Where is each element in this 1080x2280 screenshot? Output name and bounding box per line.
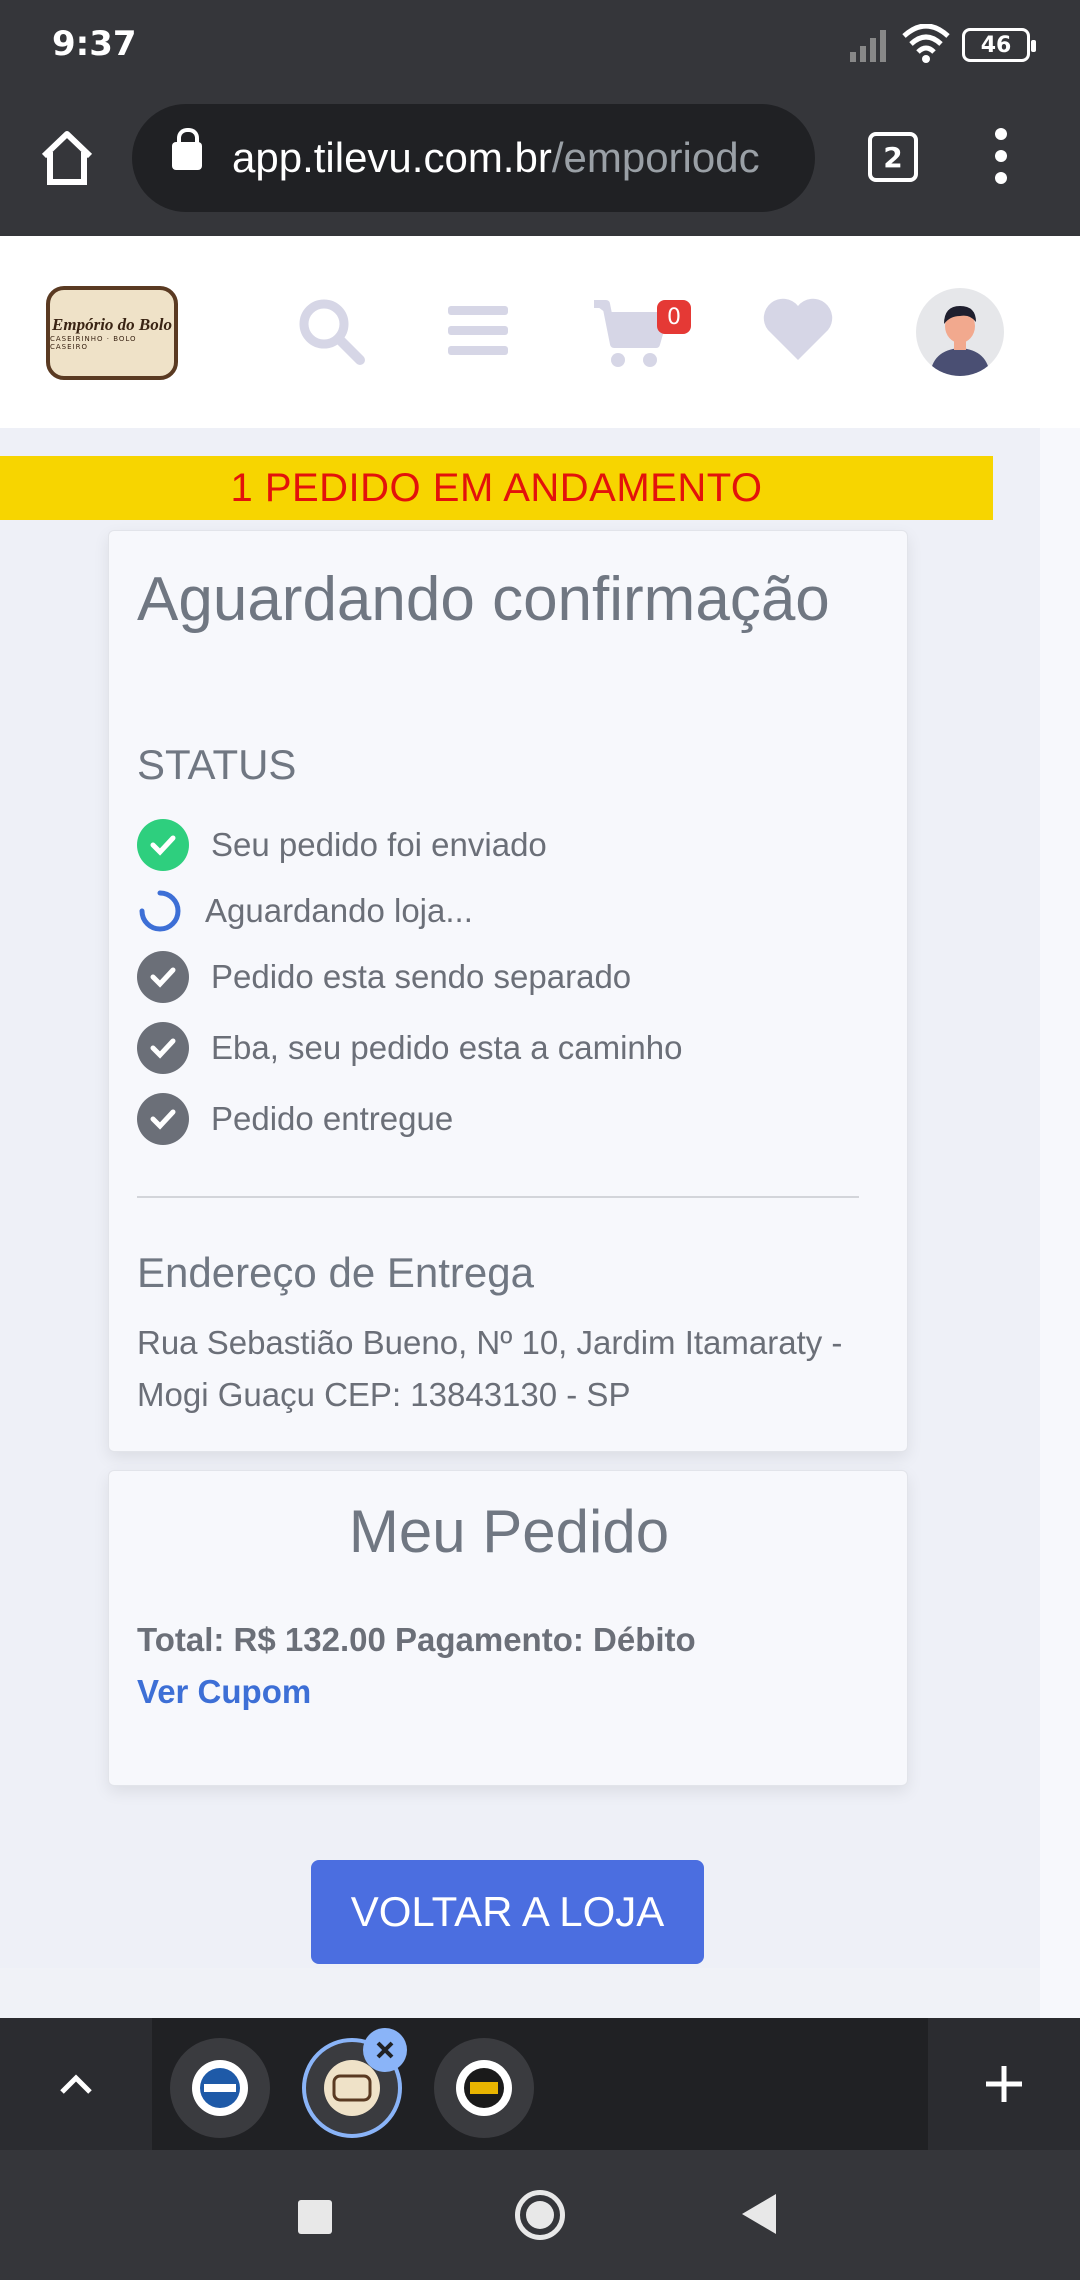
order-total: Total: R$ 132.00 Pagamento: Débito [137, 1621, 696, 1658]
check-circle-icon [137, 951, 189, 1003]
order-summary-card: Meu Pedido Total: R$ 132.00 Pagamento: D… [108, 1470, 908, 1786]
browser-toolbar: app.tilevu.com.br/emporiodc 2 [0, 92, 1080, 236]
home-icon[interactable] [38, 128, 96, 188]
status-step: Pedido entregue [137, 1091, 453, 1147]
delivery-address: Rua Sebastião Bueno, Nº 10, Jardim Itama… [137, 1324, 843, 1413]
signal-icon [850, 30, 886, 62]
check-circle-icon [137, 1093, 189, 1145]
status-bar: 9:37 46 [0, 0, 1080, 92]
divider [137, 1196, 859, 1198]
check-circle-icon [137, 819, 189, 871]
status-step: Eba, seu pedido esta a caminho [137, 1020, 683, 1076]
orders-in-progress-banner: 1 PEDIDO EM ANDAMENTO [0, 456, 993, 520]
clock: 9:37 [52, 24, 137, 64]
menu-icon[interactable] [448, 296, 508, 366]
home-nav-icon[interactable] [515, 2190, 565, 2240]
back-nav-icon[interactable] [742, 2194, 776, 2234]
status-heading: STATUS [137, 741, 297, 788]
bottom-tab-strip [0, 2018, 1080, 2150]
url-text[interactable]: app.tilevu.com.br/emporiodc [232, 134, 792, 182]
order-summary-title: Meu Pedido [348, 1498, 670, 1565]
recents-icon[interactable] [298, 2200, 332, 2234]
cart-count-badge: 0 [657, 300, 691, 334]
battery-icon: 46 [962, 28, 1036, 62]
back-to-store-button[interactable]: VOLTAR A LOJA [311, 1860, 704, 1964]
order-status-title: Aguardando confirmação [137, 565, 830, 634]
lock-icon [172, 128, 202, 170]
new-tab-button[interactable] [928, 2018, 1080, 2150]
loading-spinner-icon [137, 888, 183, 934]
status-step: Seu pedido foi enviado [137, 817, 547, 873]
address-bar[interactable]: app.tilevu.com.br/emporiodc [132, 104, 815, 212]
status-step: Aguardando loja... [137, 883, 473, 939]
chevron-up-icon [60, 2074, 92, 2094]
site-favicon [456, 2060, 512, 2116]
delivery-address-heading: Endereço de Entrega [137, 1249, 534, 1296]
page-edge [1040, 428, 1080, 2018]
wifi-icon [902, 24, 950, 63]
tab-switcher-button[interactable]: 2 [868, 132, 918, 182]
heart-icon[interactable] [762, 296, 834, 362]
search-icon[interactable] [296, 296, 366, 366]
order-status-card: Aguardando confirmação STATUS Seu pedido… [108, 530, 908, 1452]
site-favicon [192, 2060, 248, 2116]
system-nav-bar [0, 2150, 1080, 2280]
status-step: Pedido esta sendo separado [137, 949, 631, 1005]
expand-tabs-button[interactable] [0, 2018, 152, 2150]
overflow-menu-icon[interactable] [986, 128, 1016, 188]
close-tab-icon[interactable] [363, 2028, 407, 2072]
site-header: Empório do Bolo CASEIRINHO · BOLO CASEIR… [0, 236, 1080, 428]
avatar[interactable] [916, 288, 1004, 376]
tab-thumbnail[interactable] [434, 2038, 534, 2138]
site-favicon [324, 2060, 380, 2116]
view-coupon-link[interactable]: Ver Cupom [137, 1673, 311, 1711]
plus-icon [986, 2066, 1022, 2102]
store-logo[interactable]: Empório do Bolo CASEIRINHO · BOLO CASEIR… [46, 286, 178, 380]
tab-thumbnail[interactable] [170, 2038, 270, 2138]
check-circle-icon [137, 1022, 189, 1074]
